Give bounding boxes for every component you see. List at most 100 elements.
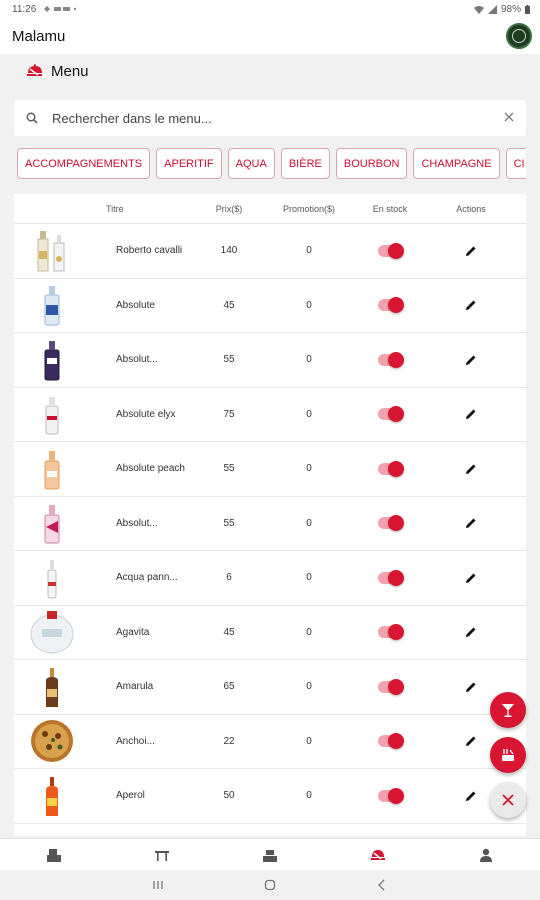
nav-item-profile[interactable] [456,848,516,862]
stock-toggle[interactable] [378,733,404,750]
product-promo: 0 [306,245,312,257]
product-image [14,609,90,655]
menu-dish-icon [27,63,42,76]
table-row[interactable]: Anchoi... 22 0 [14,715,526,769]
table-row[interactable]: Absolut... 55 0 [14,497,526,551]
table-row[interactable]: Absolute peach 55 0 [14,442,526,497]
stock-toggle[interactable] [378,787,404,804]
product-price: 22 [223,735,235,747]
product-price: 6 [226,572,232,584]
product-title: Absolute peach [116,463,185,475]
edit-icon[interactable] [465,790,477,802]
table-row[interactable]: Roberto cavalli 140 0 [14,224,526,279]
edit-icon[interactable] [465,626,477,638]
stock-toggle[interactable] [378,515,404,532]
status-time: 11:26 [12,3,37,15]
edit-icon[interactable] [465,299,477,311]
close-fab-button[interactable] [490,782,526,818]
product-title: Agavita [116,626,150,638]
add-food-button[interactable] [490,737,526,773]
nav-item-tables[interactable] [132,848,192,862]
product-promo: 0 [306,626,312,638]
category-chip[interactable]: BIÈRE [280,148,330,179]
clear-search-button[interactable] [504,109,514,127]
category-chip[interactable]: AQUA [227,148,275,179]
table-row[interactable]: Absolute elyx 75 0 [14,388,526,442]
nav-item-orders[interactable] [24,848,84,862]
edit-icon[interactable] [465,463,477,475]
category-chip[interactable]: BOURBON [335,148,408,179]
table-row[interactable]: Amarula 65 0 [14,660,526,715]
table-icon [155,850,169,861]
add-drink-button[interactable] [490,692,526,728]
table-row[interactable]: Absolut... 55 0 [14,333,526,388]
app-bar: Malamu [0,18,540,54]
home-icon[interactable] [264,879,276,891]
edit-icon[interactable] [465,408,477,420]
product-image [14,392,90,436]
table-row[interactable]: Aperol 50 0 [14,769,526,824]
product-image [14,447,90,491]
product-title: Anchoi... [116,735,155,747]
product-promo: 0 [306,354,312,366]
product-title: Absolute [116,299,155,311]
bottle-pink-image [44,505,60,544]
edit-icon[interactable] [465,517,477,529]
bottom-nav [0,838,540,870]
product-image [14,665,90,709]
header-title: Titre [106,203,124,214]
product-title: Amarula [116,681,154,693]
search-input[interactable] [52,110,504,126]
back-icon[interactable] [376,879,388,891]
product-promo: 0 [306,681,312,693]
stock-toggle[interactable] [378,351,404,368]
bottle-water-image [47,559,57,599]
nav-item-cashier[interactable] [240,848,300,862]
close-icon [502,794,514,806]
product-image [14,338,90,382]
product-price: 55 [223,517,235,529]
product-price: 50 [223,790,235,802]
bottle-clear-image [45,397,59,435]
category-chips: ACCOMPAGNEMENTS APERITIF AQUA BIÈRE BOUR… [17,148,526,182]
avatar[interactable] [506,23,532,49]
stock-toggle[interactable] [378,460,404,477]
product-title: Roberto cavalli [116,245,183,257]
category-chip[interactable]: CHAMPAGNE [413,148,500,179]
recent-apps-icon[interactable] [152,879,164,891]
signal-icon [487,4,497,14]
edit-icon[interactable] [465,245,477,257]
product-title: Absolute elyx [116,408,176,420]
stock-toggle[interactable] [378,297,404,314]
person-icon [480,848,492,862]
product-price: 45 [223,626,235,638]
product-title: Aperol [116,790,145,802]
stock-toggle[interactable] [378,624,404,641]
product-promo: 0 [306,463,312,475]
product-image [14,501,90,545]
table-row[interactable]: Acqua pann... 6 0 [14,551,526,606]
register-icon [47,848,61,862]
product-title: Absolut... [116,517,158,529]
stock-toggle[interactable] [378,569,404,586]
product-image [14,229,90,273]
stock-toggle[interactable] [378,406,404,423]
edit-icon[interactable] [465,681,477,693]
stock-toggle[interactable] [378,678,404,695]
bottle-cavalli-image [37,230,65,272]
nav-item-menu[interactable] [348,848,408,862]
category-chip[interactable]: CI [505,148,526,179]
edit-icon[interactable] [465,735,477,747]
edit-icon[interactable] [465,354,477,366]
edit-icon[interactable] [465,572,477,584]
product-image [14,556,90,600]
stock-toggle[interactable] [378,242,404,259]
bottle-aperol-image [46,776,58,816]
header-stock: En stock [372,203,408,214]
table-row[interactable]: Absolute 45 0 [14,279,526,333]
product-price: 55 [223,463,235,475]
category-chip[interactable]: APERITIF [156,148,222,179]
table-row[interactable]: Agavita 45 0 [14,606,526,660]
category-chip[interactable]: ACCOMPAGNEMENTS [17,148,151,179]
product-price: 45 [223,299,235,311]
